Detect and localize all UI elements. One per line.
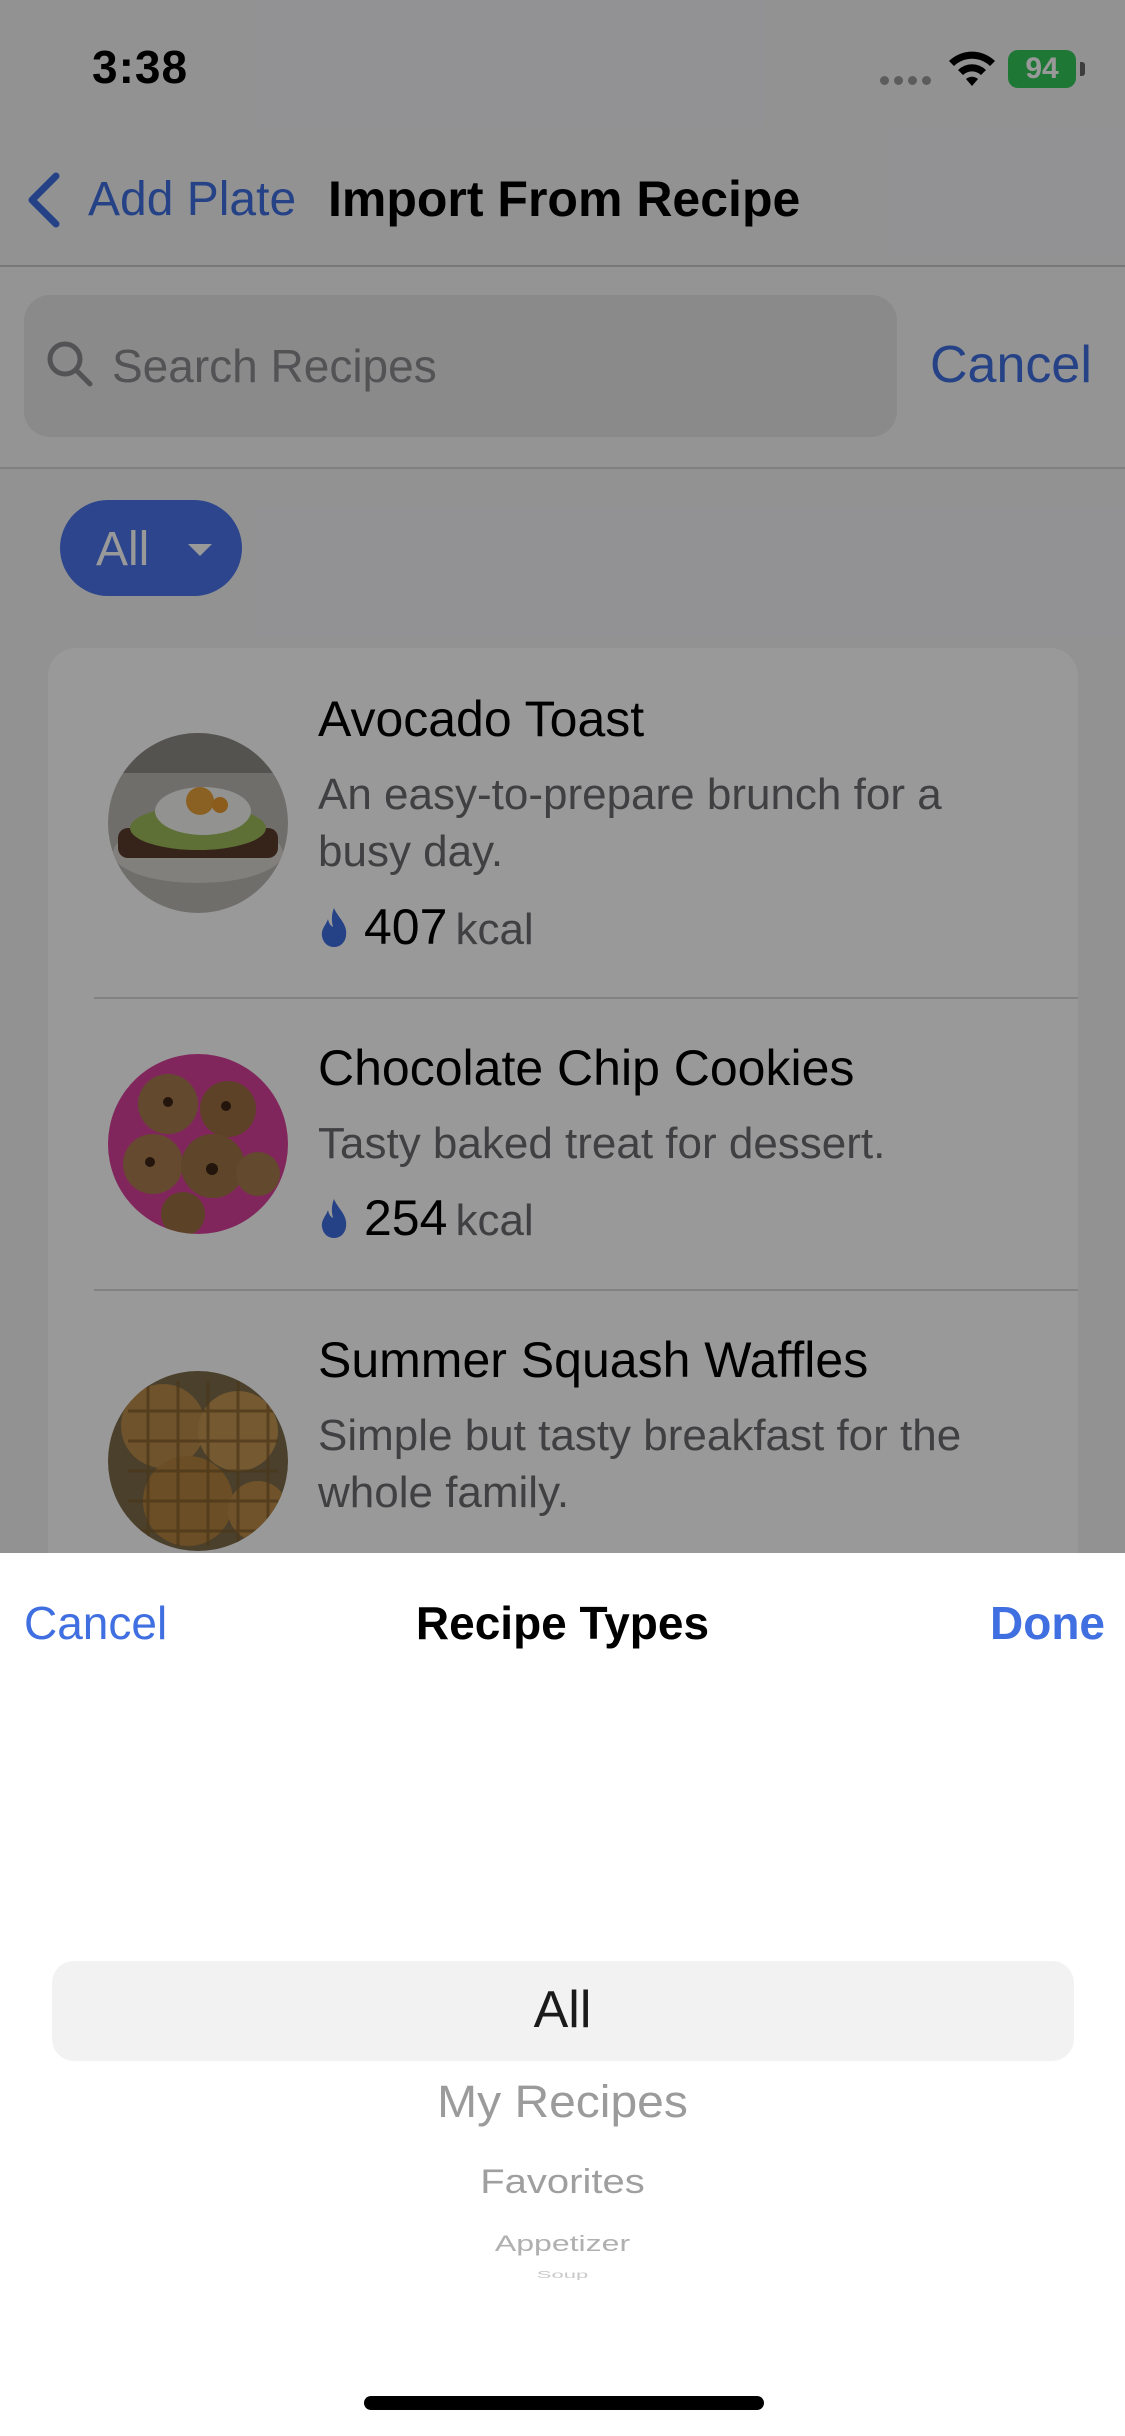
picker-option-my-recipes[interactable]: My Recipes <box>0 2076 1125 2128</box>
picker-option-soup[interactable]: Soup <box>0 2269 1125 2281</box>
sheet-cancel-button[interactable]: Cancel <box>24 1596 167 1650</box>
sheet-done-button[interactable]: Done <box>990 1596 1105 1650</box>
sheet-title: Recipe Types <box>415 1597 710 1649</box>
modal-dim-overlay[interactable] <box>0 0 1125 1553</box>
picker-option-appetizer[interactable]: Appetizer <box>0 2231 1125 2257</box>
picker-option-all[interactable]: All <box>0 1980 1125 2040</box>
home-indicator <box>364 2396 764 2410</box>
picker-option-favorites[interactable]: Favorites <box>0 2163 1125 2201</box>
